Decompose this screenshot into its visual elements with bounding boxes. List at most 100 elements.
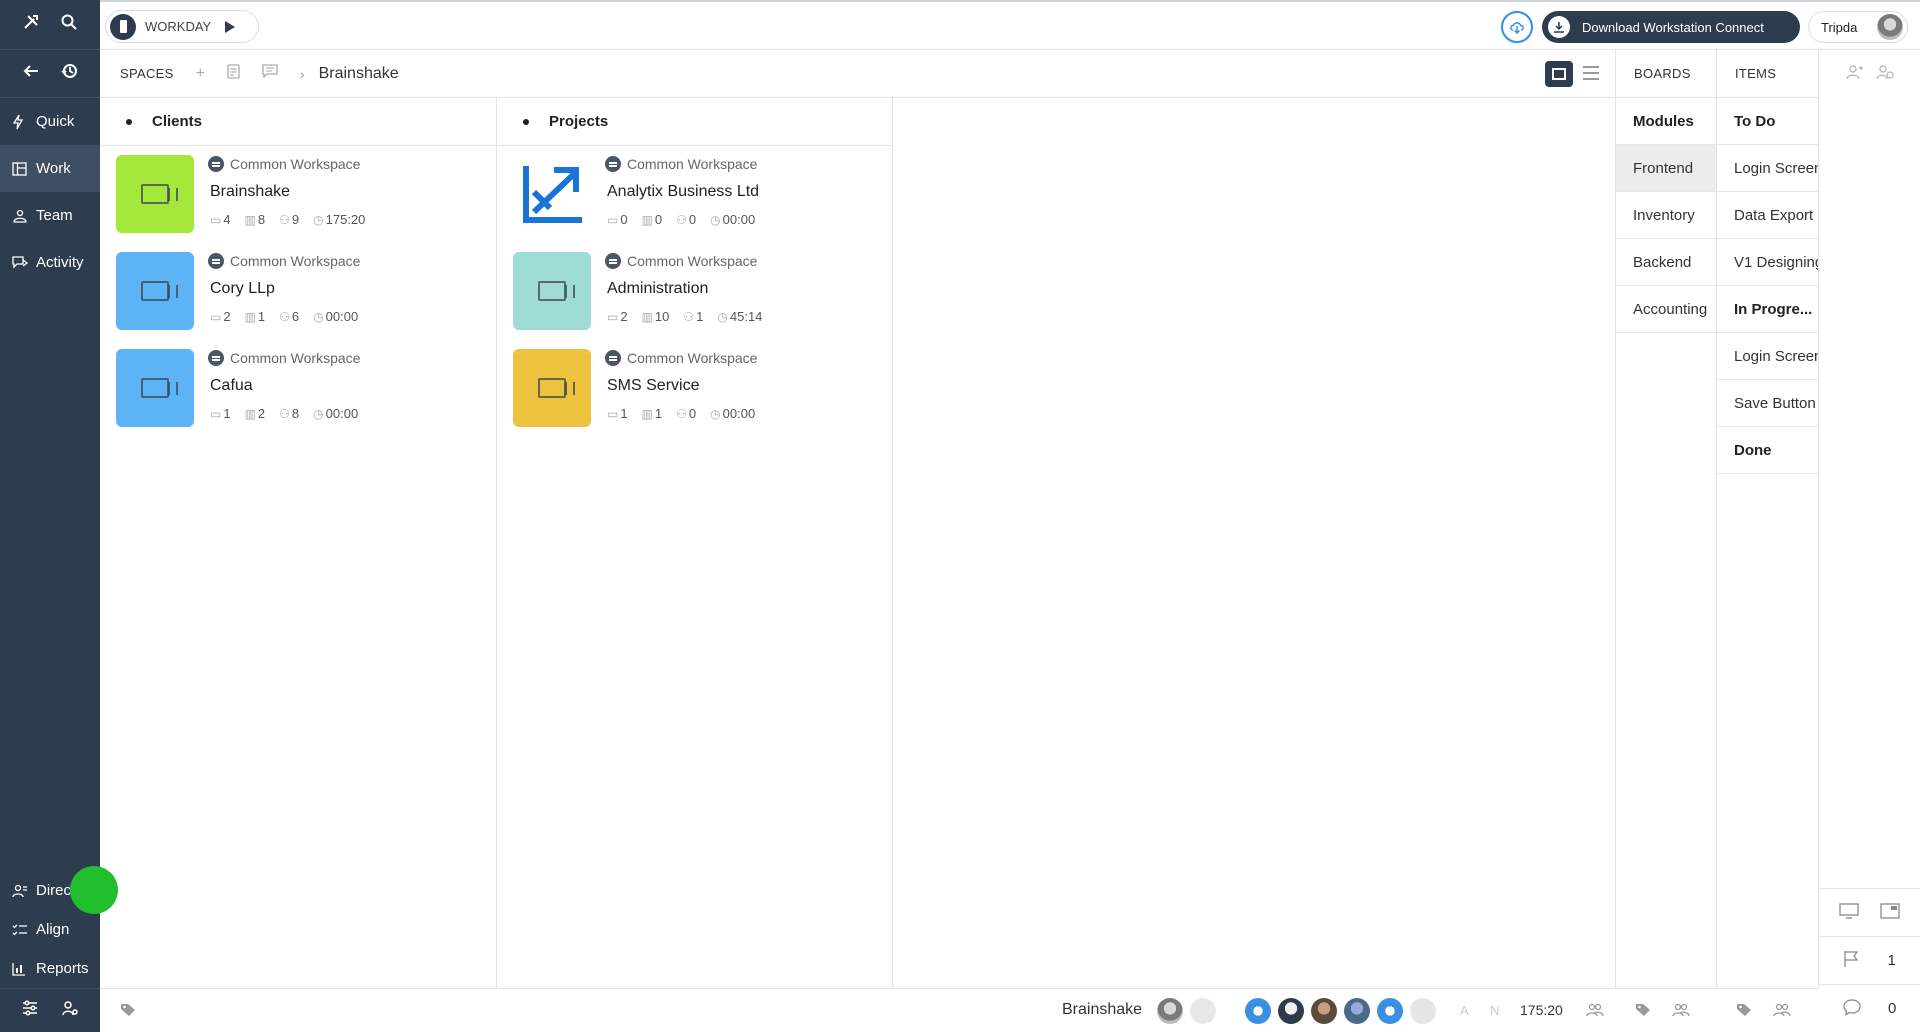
sidebar-item-align[interactable]: Align (0, 910, 100, 949)
bullet-icon (523, 118, 529, 125)
stat-value: 9 (291, 212, 300, 227)
space-card[interactable]: Common Workspace Cafua ▭ 1 ▥ 2 ⚇ 8 ◷ 00:00 (100, 340, 496, 437)
sliders-icon[interactable] (21, 999, 39, 1022)
tag-icon[interactable] (120, 1003, 136, 1017)
boards-list-item[interactable]: Frontend (1616, 145, 1716, 192)
stat-value: 6 (291, 309, 300, 324)
members-count-icon: ⚇ (279, 406, 290, 421)
space-name[interactable]: Cory LLp (210, 280, 275, 298)
avatar[interactable] (1245, 998, 1271, 1024)
click-indicator (70, 866, 118, 914)
member-initial-n[interactable]: N (1490, 1003, 1499, 1018)
space-tile-icon[interactable] (513, 349, 591, 427)
stat-members: ⚇ 8 (279, 406, 299, 421)
clients-column-header: Clients (100, 98, 496, 146)
workspace-name: Common Workspace (230, 350, 361, 366)
add-icon[interactable]: + (196, 65, 205, 83)
avatar[interactable] (1278, 998, 1304, 1024)
history-icon[interactable] (60, 62, 78, 85)
monitor-icon[interactable] (1839, 902, 1859, 923)
space-tile-icon[interactable] (513, 252, 591, 330)
items-group-header[interactable]: Done (1717, 427, 1818, 474)
workday-toggle[interactable]: WORKDAY (105, 10, 259, 43)
space-stats: ▭ 1 ▥ 2 ⚇ 8 ◷ 00:00 (210, 406, 372, 421)
bolt-icon (12, 114, 32, 130)
avatar[interactable] (1311, 998, 1337, 1024)
space-name[interactable]: SMS Service (607, 377, 699, 395)
items-list-item[interactable]: Login Screen (1717, 145, 1818, 192)
projects-column-header: Projects (497, 98, 892, 146)
space-tile-icon[interactable] (116, 349, 194, 427)
sidebar-item-label: Align (36, 921, 70, 938)
comment-row[interactable]: 0 (1819, 984, 1920, 1032)
space-name[interactable]: Brainshake (210, 183, 290, 201)
breadcrumb-current[interactable]: Brainshake (319, 65, 399, 83)
items-list-item[interactable]: Data Export (1717, 192, 1818, 239)
avatar[interactable] (1377, 998, 1403, 1024)
user-name: Tripda (1821, 19, 1858, 35)
users-icon[interactable] (1773, 1003, 1791, 1017)
space-card[interactable]: Common Workspace Brainshake ▭ 4 ▥ 8 ⚇ 9 ◷ 175:20 (100, 146, 496, 243)
space-card[interactable]: Common Workspace Analytix Business Ltd ▭ 0 ▥… (497, 146, 892, 243)
avatar[interactable] (1157, 998, 1183, 1024)
right-strip: 1 0 (1819, 50, 1920, 1032)
back-arrow-icon[interactable] (22, 62, 40, 85)
flag-row[interactable]: 1 (1819, 936, 1920, 984)
stat-items: ▥ 8 (245, 212, 266, 227)
users-icon[interactable] (1586, 1003, 1604, 1017)
sidebar-item-team[interactable]: Team (0, 192, 100, 239)
window-icon[interactable] (1880, 902, 1900, 923)
space-tile-icon[interactable] (116, 155, 194, 233)
boards-list-item[interactable]: Backend (1616, 239, 1716, 286)
sidebar-item-reports[interactable]: Reports (0, 949, 100, 988)
play-icon[interactable] (225, 20, 236, 33)
document-icon[interactable] (227, 63, 240, 84)
comment-icon[interactable] (262, 64, 278, 83)
analytix-logo[interactable] (513, 155, 591, 233)
items-list-item[interactable]: Save Button (1717, 380, 1818, 427)
stat-value: 1 (257, 309, 266, 324)
bottom-space-name[interactable]: Brainshake (1062, 1001, 1142, 1019)
boards-header: BOARDS (1616, 50, 1716, 98)
user-clock-icon[interactable] (1876, 64, 1894, 85)
boards-list-item[interactable]: Inventory (1616, 192, 1716, 239)
items-group-header[interactable]: To Do (1717, 98, 1818, 145)
user-settings-icon[interactable] (61, 999, 79, 1022)
download-workstation-button[interactable]: Download Workstation Connect (1542, 11, 1800, 43)
boards-group-header[interactable]: Modules (1616, 98, 1716, 145)
space-card[interactable]: Common Workspace Cory LLp ▭ 2 ▥ 1 ⚇ 6 ◷ 00:00 (100, 243, 496, 340)
items-group-header[interactable]: In Progre... (1717, 286, 1818, 333)
space-tile-icon[interactable] (116, 252, 194, 330)
users-icon[interactable] (1672, 1003, 1690, 1017)
spaces-label[interactable]: SPACES (120, 66, 174, 81)
items-list-item[interactable]: Login Screen (1717, 333, 1818, 380)
tag-icon[interactable] (1736, 1003, 1752, 1017)
boards-list-item[interactable]: Accounting (1616, 286, 1716, 333)
avatar[interactable] (1410, 998, 1436, 1024)
sidebar-item-quick[interactable]: Quick (0, 98, 100, 145)
space-name[interactable]: Cafua (210, 377, 253, 395)
assign-user-icon[interactable] (1845, 64, 1864, 85)
sidebar-item-label: Activity (36, 254, 84, 271)
space-stats: ▭ 2 ▥ 10 ⚇ 1 ◷ 45:14 (607, 309, 776, 324)
tag-icon[interactable] (1635, 1003, 1651, 1017)
avatar[interactable] (1190, 998, 1216, 1024)
list-view-icon[interactable] (1583, 66, 1599, 80)
stat-members: ⚇ 0 (676, 406, 696, 421)
items-list-item[interactable]: V1 Designing (1717, 239, 1818, 286)
stat-value: 2 (257, 406, 266, 421)
space-name[interactable]: Administration (607, 280, 708, 298)
space-card[interactable]: Common Workspace Administration ▭ 2 ▥ 10 ⚇ 1 ◷ 45… (497, 243, 892, 340)
tools-icon[interactable] (22, 13, 40, 36)
space-card[interactable]: Common Workspace SMS Service ▭ 1 ▥ 1 ⚇ 0 ◷ 00:00 (497, 340, 892, 437)
avatar[interactable] (1344, 998, 1370, 1024)
sidebar-item-activity[interactable]: Activity (0, 239, 100, 286)
board-view-button[interactable] (1545, 61, 1573, 87)
search-icon[interactable] (60, 13, 78, 36)
user-menu[interactable]: Tripda (1808, 11, 1908, 43)
member-initial-a[interactable]: A (1460, 1003, 1469, 1018)
space-name[interactable]: Analytix Business Ltd (607, 183, 759, 201)
workspace-icon (605, 156, 621, 172)
sidebar-item-work[interactable]: Work (0, 145, 100, 192)
cloud-sync-button[interactable] (1501, 11, 1533, 43)
